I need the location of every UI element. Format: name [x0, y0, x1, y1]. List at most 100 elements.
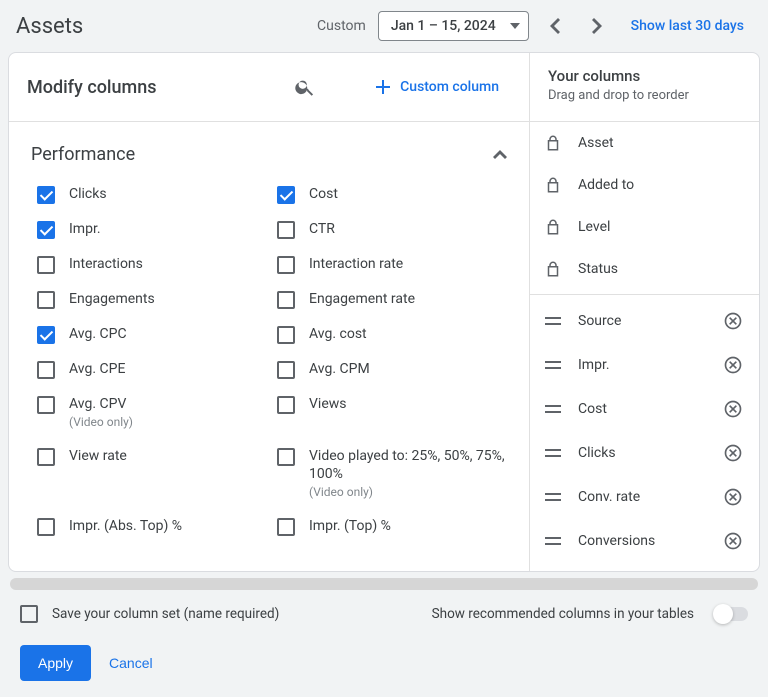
- metric-label: Clicks: [69, 185, 107, 203]
- modify-columns-title: Modify columns: [27, 77, 271, 98]
- draggable-column-label: Clicks: [578, 445, 707, 461]
- drag-handle-icon[interactable]: [544, 448, 562, 458]
- metric-checkbox-row[interactable]: Interaction rate: [271, 247, 511, 282]
- search-icon: [294, 76, 316, 98]
- custom-column-label: Custom column: [400, 79, 499, 95]
- checkbox[interactable]: [37, 291, 55, 309]
- metric-checkbox-row[interactable]: Impr. (Top) %: [271, 509, 511, 544]
- draggable-column-row[interactable]: Conv. rate: [530, 475, 759, 519]
- locked-column-row: Added to: [530, 164, 759, 206]
- locked-column-row: Status: [530, 248, 759, 290]
- draggable-column-label: Impr.: [578, 357, 707, 373]
- locked-column-label: Status: [578, 261, 743, 277]
- apply-button[interactable]: Apply: [20, 645, 91, 681]
- metric-checkbox-row[interactable]: Views: [271, 387, 511, 439]
- draggable-column-row[interactable]: Impr.: [530, 343, 759, 387]
- save-column-set-label: Save your column set (name required): [52, 606, 418, 622]
- checkbox[interactable]: [277, 291, 295, 309]
- metric-label: Interaction rate: [309, 255, 403, 273]
- next-period-button[interactable]: [581, 10, 613, 42]
- metric-label: Avg. cost: [309, 325, 367, 343]
- plus-icon: [376, 80, 390, 94]
- metric-checkbox-row[interactable]: Avg. CPV(Video only): [31, 387, 271, 439]
- draggable-column-row[interactable]: Cost: [530, 387, 759, 431]
- chevron-right-icon: [592, 18, 602, 34]
- draggable-column-label: Source: [578, 313, 707, 329]
- prev-period-button[interactable]: [539, 10, 571, 42]
- metric-checkbox-row[interactable]: Avg. cost: [271, 317, 511, 352]
- your-columns-title: Your columns: [548, 67, 741, 85]
- checkbox[interactable]: [37, 396, 55, 414]
- metric-checkbox-row[interactable]: Avg. CPM: [271, 352, 511, 387]
- checkbox[interactable]: [277, 448, 295, 466]
- metric-label: Avg. CPM: [309, 360, 370, 378]
- save-column-set-checkbox[interactable]: [20, 605, 38, 623]
- checkbox[interactable]: [277, 221, 295, 239]
- metric-checkbox-row[interactable]: Impr.: [31, 212, 271, 247]
- draggable-column-row[interactable]: Conversions: [530, 519, 759, 563]
- drag-handle-icon[interactable]: [544, 316, 562, 326]
- metric-checkbox-row[interactable]: Avg. CPC: [31, 317, 271, 352]
- your-columns-pane[interactable]: Asset Added to Level Status Source Impr. Cost…: [529, 122, 759, 571]
- metric-sublabel: (Video only): [309, 485, 505, 501]
- checkbox[interactable]: [37, 518, 55, 536]
- remove-column-button[interactable]: [723, 487, 743, 507]
- metric-label: Interactions: [69, 255, 143, 273]
- checkbox[interactable]: [37, 326, 55, 344]
- metric-checkbox-row[interactable]: Interactions: [31, 247, 271, 282]
- metric-checkbox-row[interactable]: Engagements: [31, 282, 271, 317]
- metric-label: Cost: [309, 185, 338, 203]
- locked-column-row: Asset: [530, 122, 759, 164]
- metric-checkbox-row[interactable]: Clicks: [31, 177, 271, 212]
- metric-label: Video played to: 25%, 50%, 75%, 100%(Vid…: [309, 447, 505, 501]
- checkbox[interactable]: [37, 256, 55, 274]
- custom-column-button[interactable]: Custom column: [364, 79, 511, 95]
- checkbox[interactable]: [277, 361, 295, 379]
- metric-checkbox-row[interactable]: Cost: [271, 177, 511, 212]
- show-last-30-days-link[interactable]: Show last 30 days: [623, 12, 752, 40]
- date-range-select[interactable]: Jan 1 – 15, 2024: [378, 11, 529, 41]
- draggable-column-row[interactable]: Source: [530, 299, 759, 343]
- show-recommended-toggle[interactable]: [714, 607, 748, 621]
- cancel-button[interactable]: Cancel: [109, 655, 153, 671]
- checkbox[interactable]: [37, 361, 55, 379]
- metric-checkbox-row[interactable]: CTR: [271, 212, 511, 247]
- section-performance-title: Performance: [31, 144, 493, 165]
- checkbox[interactable]: [37, 448, 55, 466]
- checkbox[interactable]: [277, 518, 295, 536]
- remove-column-button[interactable]: [723, 443, 743, 463]
- drag-handle-icon[interactable]: [544, 536, 562, 546]
- metric-checkbox-row[interactable]: Engagement rate: [271, 282, 511, 317]
- search-button[interactable]: [287, 69, 323, 105]
- draggable-column-row[interactable]: Clicks: [530, 431, 759, 475]
- metric-checkbox-row[interactable]: Video played to: 25%, 50%, 75%, 100%(Vid…: [271, 439, 511, 509]
- locked-column-row: Level: [530, 206, 759, 248]
- drag-handle-icon[interactable]: [544, 404, 562, 414]
- remove-column-button[interactable]: [723, 355, 743, 375]
- remove-column-button[interactable]: [723, 531, 743, 551]
- page-title: Assets: [16, 14, 307, 39]
- metric-label: Impr. (Top) %: [309, 517, 391, 535]
- metric-label: CTR: [309, 220, 335, 238]
- metric-checkbox-row[interactable]: View rate: [31, 439, 271, 509]
- drag-handle-icon[interactable]: [544, 360, 562, 370]
- checkbox[interactable]: [37, 221, 55, 239]
- metrics-pane[interactable]: Performance Clicks Cost Impr. CTR Interactio…: [9, 122, 529, 571]
- metric-label: Avg. CPV(Video only): [69, 395, 133, 431]
- checkbox[interactable]: [277, 326, 295, 344]
- checkbox[interactable]: [37, 186, 55, 204]
- remove-column-button[interactable]: [723, 399, 743, 419]
- chevron-up-icon: [493, 150, 507, 159]
- checkbox[interactable]: [277, 256, 295, 274]
- checkbox[interactable]: [277, 396, 295, 414]
- lock-icon: [544, 260, 562, 278]
- metric-checkbox-row[interactable]: Impr. (Abs. Top) %: [31, 509, 271, 544]
- remove-column-button[interactable]: [723, 311, 743, 331]
- metric-checkbox-row[interactable]: Avg. CPE: [31, 352, 271, 387]
- drag-handle-icon[interactable]: [544, 492, 562, 502]
- checkbox[interactable]: [277, 186, 295, 204]
- section-performance-toggle[interactable]: Performance: [9, 126, 529, 177]
- metric-sublabel: (Video only): [69, 415, 133, 431]
- locked-column-label: Added to: [578, 177, 743, 193]
- horizontal-scrollbar[interactable]: [10, 578, 758, 590]
